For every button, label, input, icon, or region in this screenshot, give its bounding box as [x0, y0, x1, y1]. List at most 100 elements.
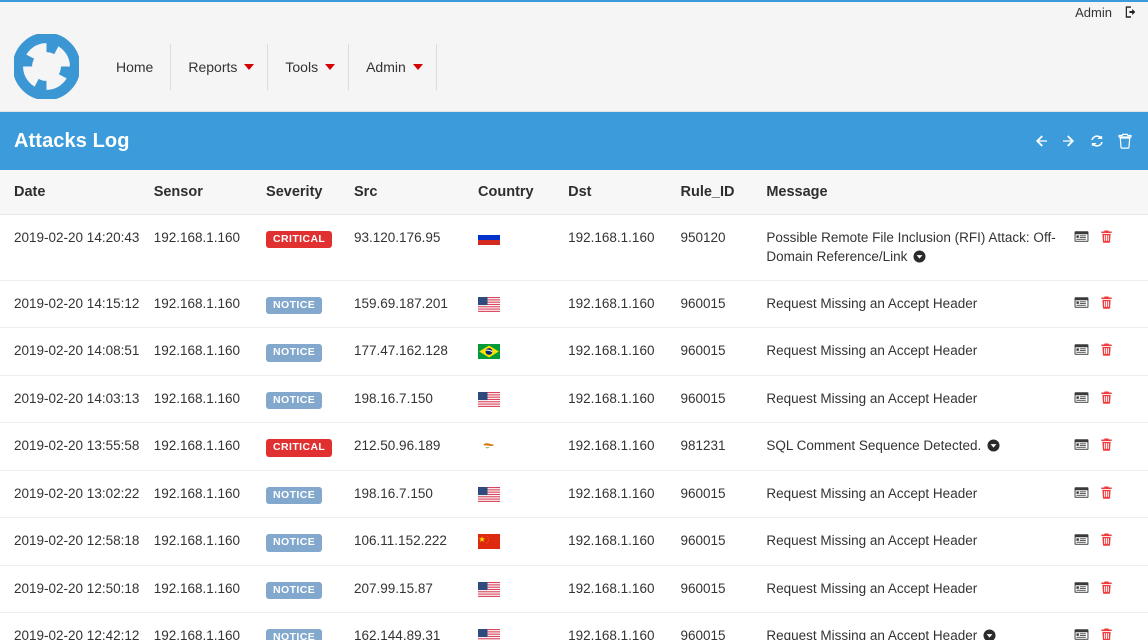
cell-country: [478, 422, 569, 471]
column-header-sensor[interactable]: Sensor: [153, 170, 267, 215]
cell-date: 2019-02-20 14:20:43: [0, 214, 154, 281]
cell-actions: [1073, 327, 1148, 376]
chevron-down-icon: [412, 63, 423, 70]
sign-out-icon[interactable]: [1124, 5, 1138, 19]
table-row[interactable]: 2019-02-20 13:55:58 192.168.1.160 CRITICAL…: [0, 422, 1148, 471]
details-icon[interactable]: [1074, 390, 1089, 405]
severity-badge: NOTICE: [266, 296, 323, 315]
nav-item-admin[interactable]: Admin: [349, 43, 437, 90]
column-header-dst[interactable]: Dst: [568, 170, 681, 215]
details-icon[interactable]: [1074, 485, 1089, 500]
cell-date: 2019-02-20 14:15:12: [0, 280, 154, 329]
table-row[interactable]: 2019-02-20 14:03:13 192.168.1.160 NOTICE 19…: [0, 375, 1148, 424]
cell-date: 2019-02-20 14:08:51: [0, 327, 154, 376]
details-icon[interactable]: [1074, 437, 1089, 452]
arrow-right-icon[interactable]: [1060, 132, 1078, 150]
refresh-icon[interactable]: [1088, 132, 1106, 150]
expand-details-icon[interactable]: [981, 438, 1000, 453]
cell-severity: NOTICE: [266, 517, 355, 566]
message-text: Request Missing an Accept Header: [766, 533, 978, 549]
cell-date: 2019-02-20 12:42:12: [0, 612, 154, 640]
severity-badge: NOTICE: [266, 391, 323, 410]
trash-icon[interactable]: [1099, 485, 1114, 500]
column-header-date[interactable]: Date: [0, 170, 154, 215]
cell-dst: 192.168.1.160: [568, 422, 681, 471]
cell-rule-id: 960015: [680, 565, 767, 614]
cell-src: 93.120.176.95: [354, 214, 479, 281]
details-icon[interactable]: [1074, 627, 1089, 640]
flag-icon-us: [478, 391, 501, 407]
details-icon[interactable]: [1074, 295, 1089, 310]
expand-details-icon[interactable]: [907, 249, 926, 264]
chevron-down-icon: [244, 63, 255, 70]
cell-rule-id: 981231: [680, 422, 767, 471]
arrow-left-icon[interactable]: [1032, 132, 1050, 150]
cell-sensor: 192.168.1.160: [153, 517, 267, 566]
cell-dst: 192.168.1.160: [568, 565, 681, 614]
table-row[interactable]: 2019-02-20 14:20:43 192.168.1.160 CRITICAL…: [0, 214, 1148, 281]
flag-icon-cy: [478, 439, 501, 455]
severity-badge: CRITICAL: [266, 230, 333, 248]
nav-item-reports[interactable]: Reports: [171, 43, 269, 90]
message-text: Request Missing an Accept Header: [766, 580, 978, 596]
nav-item-tools[interactable]: Tools: [268, 43, 350, 90]
cell-src: 177.47.162.128: [354, 327, 479, 376]
row-actions: [1074, 228, 1148, 244]
severity-badge: NOTICE: [266, 629, 323, 640]
flag-icon-ru: [478, 230, 501, 246]
details-icon[interactable]: [1074, 580, 1089, 595]
trash-icon[interactable]: [1099, 342, 1114, 357]
trash-icon[interactable]: [1099, 580, 1114, 595]
expand-details-icon[interactable]: [977, 628, 996, 640]
details-icon[interactable]: [1074, 229, 1089, 244]
details-icon[interactable]: [1074, 532, 1089, 547]
table-row[interactable]: 2019-02-20 12:50:18 192.168.1.160 NOTICE 20…: [0, 565, 1148, 614]
page-title: Attacks Log: [14, 129, 130, 152]
trash-icon[interactable]: [1116, 132, 1134, 150]
column-header-src[interactable]: Src: [354, 170, 479, 215]
trash-icon[interactable]: [1099, 229, 1114, 244]
cell-actions: [1073, 517, 1148, 566]
nav-item-label: Tools: [285, 58, 319, 75]
cell-severity: NOTICE: [266, 327, 355, 376]
cell-dst: 192.168.1.160: [568, 327, 681, 376]
nav-items: Home Reports Tools Admin: [99, 43, 437, 90]
column-header-message[interactable]: Message: [766, 170, 1074, 215]
lifebuoy-logo-icon[interactable]: [12, 32, 81, 101]
cell-message: Request Missing an Accept Header: [766, 280, 1074, 329]
message-text: Request Missing an Accept Header: [766, 343, 978, 359]
table-row[interactable]: 2019-02-20 12:42:12 192.168.1.160 NOTICE 16…: [0, 612, 1148, 640]
table-row[interactable]: 2019-02-20 14:08:51 192.168.1.160 NOTICE 17…: [0, 327, 1148, 376]
cell-dst: 192.168.1.160: [568, 612, 681, 640]
row-actions: [1074, 626, 1148, 640]
column-header-country[interactable]: Country: [478, 170, 569, 215]
cell-sensor: 192.168.1.160: [153, 470, 267, 519]
trash-icon[interactable]: [1099, 627, 1114, 640]
table-row[interactable]: 2019-02-20 12:58:18 192.168.1.160 NOTICE 10…: [0, 517, 1148, 566]
cell-country: [478, 280, 569, 329]
table-body: 2019-02-20 14:20:43 192.168.1.160 CRITICAL…: [0, 214, 1148, 640]
trash-icon[interactable]: [1099, 532, 1114, 547]
cell-message: Possible Remote File Inclusion (RFI) Att…: [766, 214, 1074, 281]
top-utility-bar: Admin: [0, 0, 1148, 22]
details-icon[interactable]: [1074, 342, 1089, 357]
table-row[interactable]: 2019-02-20 13:02:22 192.168.1.160 NOTICE 19…: [0, 470, 1148, 519]
cell-actions: [1073, 422, 1148, 471]
nav-item-home[interactable]: Home: [99, 43, 172, 90]
table-header: Date Sensor Severity Src Country Dst Rul…: [0, 170, 1148, 215]
table-row[interactable]: 2019-02-20 14:15:12 192.168.1.160 NOTICE 15…: [0, 280, 1148, 329]
cell-dst: 192.168.1.160: [568, 470, 681, 519]
nav-item-label: Home: [116, 58, 154, 75]
column-header-severity[interactable]: Severity: [266, 170, 355, 215]
cell-severity: NOTICE: [266, 565, 355, 614]
cell-severity: NOTICE: [266, 280, 355, 329]
cell-sensor: 192.168.1.160: [153, 280, 267, 329]
cell-sensor: 192.168.1.160: [153, 565, 267, 614]
column-header-rule-id[interactable]: Rule_ID: [680, 170, 767, 215]
trash-icon[interactable]: [1099, 390, 1114, 405]
cell-rule-id: 960015: [680, 375, 767, 424]
row-actions: [1074, 484, 1148, 500]
trash-icon[interactable]: [1099, 295, 1114, 310]
cell-severity: CRITICAL: [266, 214, 355, 281]
trash-icon[interactable]: [1099, 437, 1114, 452]
